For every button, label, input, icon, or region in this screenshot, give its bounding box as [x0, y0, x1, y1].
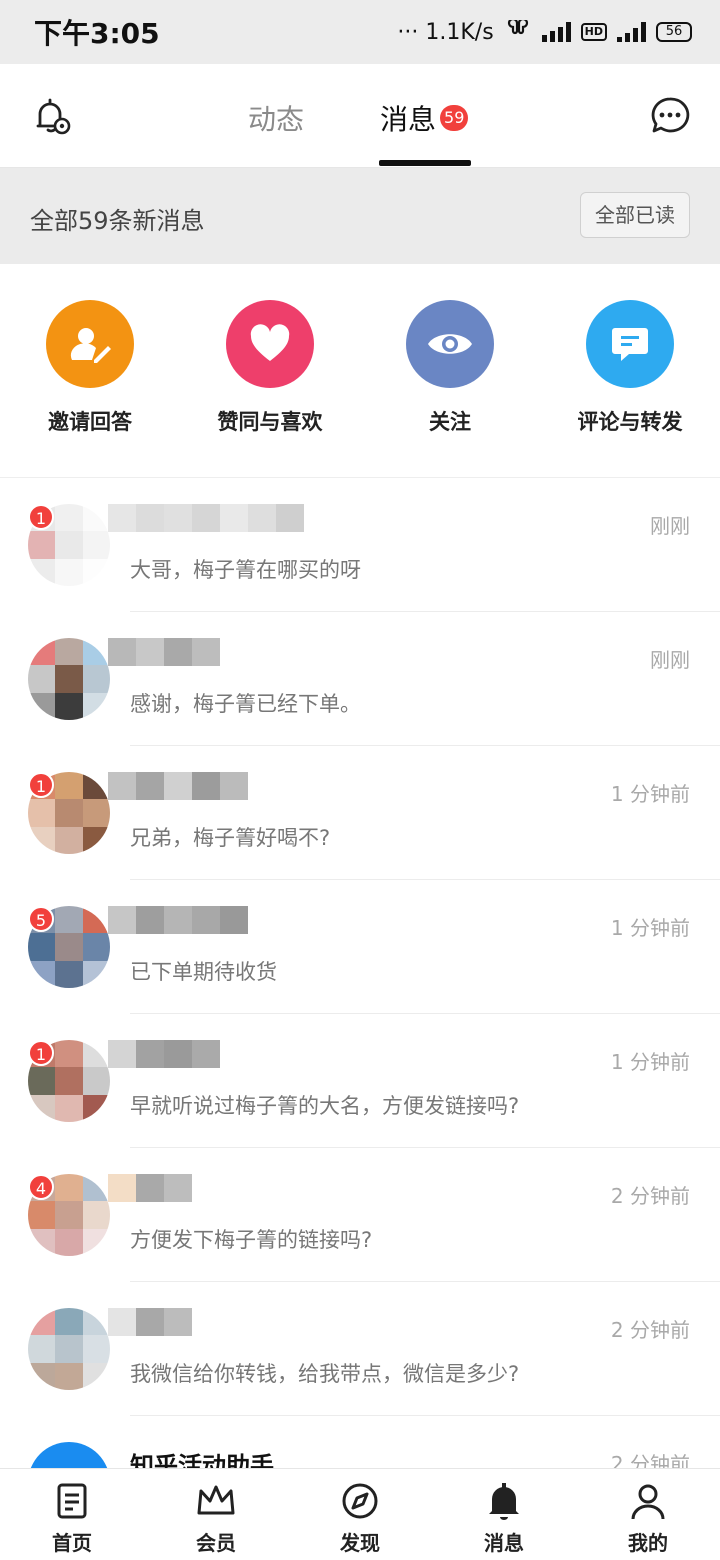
sender-name-redacted [108, 626, 220, 676]
unread-badge: 1 [28, 1040, 54, 1066]
bottom-nav: 首页 会员 发现 消息 我的 [0, 1468, 720, 1560]
category-label: 赞同与喜欢 [217, 410, 323, 434]
nav-discover[interactable]: 发现 [288, 1481, 432, 1556]
sender-name-redacted [108, 492, 304, 542]
signal-icon [541, 22, 571, 42]
tab-messages[interactable]: 消息 59 [380, 98, 469, 138]
message-row[interactable]: 5 1 分钟前 已下单期待收货 [0, 880, 720, 1014]
compass-icon [342, 1483, 378, 1519]
message-list: 1 刚刚 大哥，梅子箐在哪买的呀 刚刚 感谢，梅子箐已经下单。 1 1 分钟前 … [0, 478, 720, 1468]
status-time: 下午3:05 [34, 17, 160, 50]
unread-badge: 5 [28, 906, 54, 932]
top-nav: 动态 消息 59 [0, 64, 720, 168]
category-follow[interactable]: 关注 [360, 300, 540, 436]
message-row[interactable]: 4 2 分钟前 方便发下梅子箐的链接吗? [0, 1148, 720, 1282]
message-time: 1 分钟前 [610, 1050, 690, 1074]
mark-all-read-button[interactable]: 全部已读 [580, 192, 690, 238]
tab-messages-badge: 59 [440, 105, 469, 131]
unread-badge: 4 [28, 1174, 54, 1200]
nav-profile[interactable]: 我的 [576, 1481, 720, 1556]
message-preview: 兄弟，梅子箐好喝不? [130, 826, 331, 850]
chat-icon[interactable] [650, 96, 690, 136]
nav-label: 消息 [484, 1531, 524, 1555]
message-time: 1 分钟前 [610, 916, 690, 940]
message-time: 2 分钟前 [610, 1452, 690, 1468]
category-label: 评论与转发 [577, 410, 683, 434]
unread-badge: 1 [28, 504, 54, 530]
status-bar: 下午3:05 ··· 1.1K/s HD 56 [0, 0, 720, 64]
message-row[interactable]: 知乎活动助手 2 分钟前 [0, 1416, 720, 1468]
comment-icon [586, 300, 674, 388]
avatar [28, 638, 110, 720]
earbuds-icon [507, 20, 528, 35]
nav-label: 发现 [340, 1531, 380, 1555]
message-preview: 已下单期待收货 [130, 960, 277, 984]
signal-2-icon [617, 22, 646, 42]
message-title: 知乎活动助手 [130, 1452, 274, 1468]
category-label: 邀请回答 [48, 410, 132, 434]
message-time: 2 分钟前 [610, 1184, 690, 1208]
sender-name-redacted [108, 894, 248, 944]
nav-messages[interactable]: 消息 [432, 1481, 576, 1556]
sender-name-redacted [108, 760, 248, 810]
notification-settings-icon[interactable] [30, 94, 74, 138]
sender-name-redacted [108, 1028, 220, 1078]
message-row[interactable]: 1 1 分钟前 兄弟，梅子箐好喝不? [0, 746, 720, 880]
unread-badge: 1 [28, 772, 54, 798]
summary-bar: 全部59条新消息 全部已读 [0, 168, 720, 264]
message-preview: 大哥，梅子箐在哪买的呀 [130, 558, 361, 582]
message-time: 2 分钟前 [610, 1318, 690, 1342]
message-time: 刚刚 [650, 514, 690, 538]
hd-icon: HD [580, 23, 607, 41]
new-message-count: 全部59条新消息 [30, 207, 205, 235]
category-label: 关注 [429, 410, 471, 434]
zhihu-logo-icon [28, 1442, 110, 1468]
tab-dynamic-label: 动态 [248, 103, 305, 136]
status-right: ··· 1.1K/s HD 56 [397, 20, 692, 45]
message-preview: 早就听说过梅子箐的大名，方便发链接吗? [130, 1094, 520, 1118]
message-row[interactable]: 1 刚刚 大哥，梅子箐在哪买的呀 [0, 478, 720, 612]
tab-messages-label: 消息 [380, 103, 437, 136]
zhihu-avatar [28, 1442, 110, 1468]
message-preview: 我微信给你转钱，给我带点，微信是多少? [130, 1362, 520, 1386]
sender-name-redacted [108, 1162, 192, 1212]
message-categories: 邀请回答 赞同与喜欢 关注 评论与转发 [0, 264, 720, 478]
message-row[interactable]: 刚刚 感谢，梅子箐已经下单。 [0, 612, 720, 746]
category-invite-answer[interactable]: 邀请回答 [0, 300, 180, 436]
tab-dynamic[interactable]: 动态 [248, 98, 304, 138]
nav-label: 我的 [628, 1531, 668, 1555]
nav-label: 会员 [196, 1531, 236, 1555]
nav-home[interactable]: 首页 [0, 1481, 144, 1556]
category-comments[interactable]: 评论与转发 [540, 300, 720, 436]
battery-icon: 56 [656, 22, 692, 42]
message-preview: 方便发下梅子箐的链接吗? [130, 1228, 373, 1252]
category-likes[interactable]: 赞同与喜欢 [180, 300, 360, 436]
person-edit-icon [46, 300, 134, 388]
avatar [28, 1308, 110, 1390]
message-row[interactable]: 1 1 分钟前 早就听说过梅子箐的大名，方便发链接吗? [0, 1014, 720, 1148]
active-tab-indicator [379, 160, 471, 166]
nav-label: 首页 [52, 1531, 92, 1555]
network-speed: ··· 1.1K/s [397, 19, 494, 45]
nav-member[interactable]: 会员 [144, 1481, 288, 1556]
home-icon [57, 1483, 87, 1519]
sender-name-redacted [108, 1296, 192, 1346]
message-row[interactable]: 2 分钟前 我微信给你转钱，给我带点，微信是多少? [0, 1282, 720, 1416]
crown-icon [197, 1485, 235, 1515]
bell-icon [489, 1483, 519, 1520]
profile-icon [631, 1484, 665, 1520]
eye-icon [406, 300, 494, 388]
message-time: 1 分钟前 [610, 782, 690, 806]
heart-icon [226, 300, 314, 388]
message-preview: 感谢，梅子箐已经下单。 [130, 692, 361, 716]
message-time: 刚刚 [650, 648, 690, 672]
